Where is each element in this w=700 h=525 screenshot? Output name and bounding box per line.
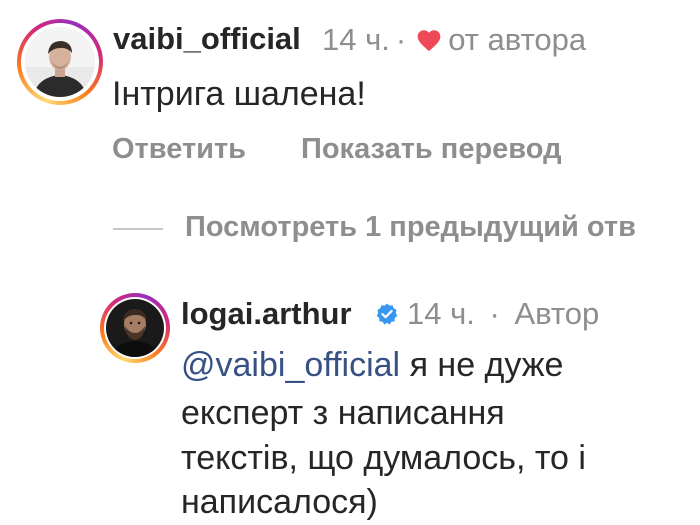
show-translation-button[interactable]: Показать перевод — [301, 133, 561, 166]
comment-username[interactable]: vaibi_official — [113, 21, 301, 57]
user-avatar-icon — [106, 299, 164, 357]
user-mention-link[interactable]: @vaibi_official — [181, 346, 400, 384]
meta-separator: · — [395, 22, 407, 57]
reply-text-fragment: я не дуже — [409, 346, 564, 384]
comment-time: 14 ч. — [322, 22, 390, 57]
reply-time: 14 ч. — [407, 296, 475, 331]
reply-text-line: написалося) — [181, 483, 378, 521]
heart-icon — [417, 30, 441, 52]
reply-button[interactable]: Ответить — [112, 133, 246, 166]
verified-badge-icon — [376, 303, 398, 325]
comment-text: Інтрига шалена! — [112, 75, 366, 113]
reply-meta: 14 ч. · Автор — [407, 296, 599, 332]
comments-thread: vaibi_official 14 ч. · от автора Інтрига… — [0, 0, 700, 525]
replies-divider-line — [113, 228, 163, 230]
user-avatar-icon — [25, 27, 95, 97]
liked-by-author-label: от автора — [448, 22, 587, 57]
meta-separator: · — [489, 296, 500, 331]
view-previous-replies-button[interactable]: Посмотреть 1 предыдущий отв — [185, 211, 636, 244]
avatar[interactable] — [25, 27, 95, 97]
comment-meta: 14 ч. · от автора — [322, 22, 586, 58]
reply-text-line: експерт з написання — [181, 394, 505, 432]
reply-text-line: текстів, що думалось, то і — [181, 439, 586, 477]
reply-username[interactable]: logai.arthur — [181, 296, 352, 332]
avatar[interactable] — [106, 299, 164, 357]
author-label: Автор — [514, 296, 600, 331]
reply-text-line: @vaibi_official я не дуже — [181, 346, 563, 385]
